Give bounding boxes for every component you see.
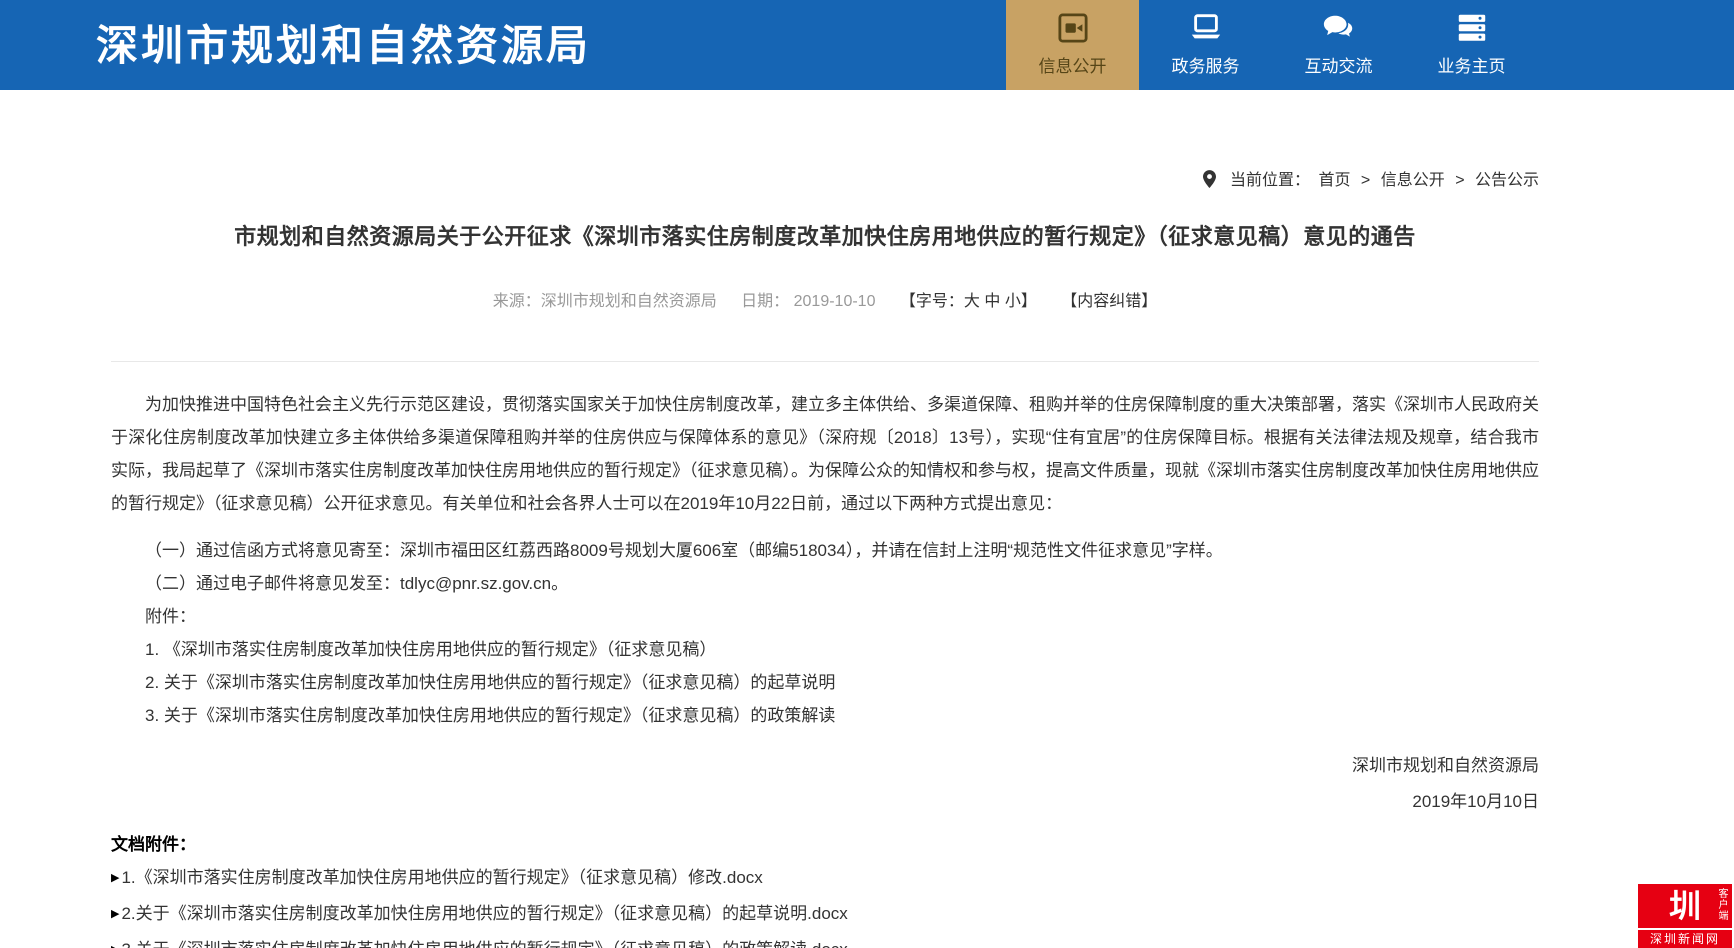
- nav-label: 政务服务: [1172, 52, 1240, 77]
- article-paragraph: 1. 《深圳市落实住房制度改革加快住房用地供应的暂行规定》（征求意见稿）: [111, 633, 1539, 666]
- watermark-badge: 圳 客户端: [1638, 884, 1732, 928]
- article-body: 为加快推进中国特色社会主义先行示范区建设，贯彻落实国家关于加快住房制度改革，建立…: [111, 361, 1539, 732]
- breadcrumb: 当前位置： 首页 > 信息公开 > 公告公示: [111, 90, 1539, 193]
- watermark-side-text: 客户端: [1715, 888, 1727, 921]
- breadcrumb-info-link[interactable]: 信息公开: [1381, 172, 1445, 189]
- article-paragraph: 2. 关于《深圳市落实住房制度改革加快住房用地供应的暂行规定》（征求意见稿）的起…: [111, 666, 1539, 699]
- article-title: 市规划和自然资源局关于公开征求《深圳市落实住房制度改革加快住房用地供应的暂行规定…: [111, 219, 1539, 251]
- nav-label: 业务主页: [1438, 52, 1506, 77]
- breadcrumb-home-link[interactable]: 首页: [1318, 172, 1350, 189]
- breadcrumb-label: 当前位置：: [1230, 172, 1310, 189]
- breadcrumb-separator: >: [1455, 172, 1464, 189]
- triangle-bullet-icon: ▶: [111, 933, 119, 948]
- attachments-heading: 文档附件：: [111, 830, 1539, 860]
- article-paragraph: 3. 关于《深圳市落实住房制度改革加快住房用地供应的暂行规定》（征求意见稿）的政…: [111, 699, 1539, 732]
- triangle-bullet-icon: ▶: [111, 861, 119, 896]
- breadcrumb-announcement-link[interactable]: 公告公示: [1475, 172, 1539, 189]
- attachment-label: 1.《深圳市落实住房制度改革加快住房用地供应的暂行规定》（征求意见稿）修改.do…: [121, 868, 762, 887]
- nav-item-interaction[interactable]: 互动交流: [1272, 0, 1405, 90]
- info-disclosure-icon: [1055, 13, 1091, 43]
- content-correction-button[interactable]: 【内容纠错】: [1061, 293, 1157, 310]
- font-size-control[interactable]: 【字号：大 中 小】: [900, 293, 1037, 310]
- attachment-link[interactable]: ▶2.关于《深圳市落实住房制度改革加快住房用地供应的暂行规定》（征求意见稿）的起…: [111, 896, 1539, 932]
- site-title: 深圳市规划和自然资源局: [96, 0, 591, 90]
- nav-item-business-home[interactable]: 业务主页: [1405, 0, 1538, 90]
- nav-item-info-disclosure[interactable]: 信息公开: [1006, 0, 1139, 90]
- attachment-link[interactable]: ▶1.《深圳市落实住房制度改革加快住房用地供应的暂行规定》（征求意见稿）修改.d…: [111, 860, 1539, 896]
- attachment-label: 3.关于《深圳市落实住房制度改革加快住房用地供应的暂行规定》（征求意见稿）的政策…: [121, 940, 847, 948]
- interaction-icon: [1321, 13, 1357, 43]
- article-meta: 来源：深圳市规划和自然资源局 日期： 2019-10-10 【字号：大 中 小】…: [111, 287, 1539, 311]
- nav-item-gov-services[interactable]: 政务服务: [1139, 0, 1272, 90]
- triangle-bullet-icon: ▶: [111, 897, 119, 932]
- site-header: 深圳市规划和自然资源局 信息公开 政务服务: [0, 0, 1734, 90]
- location-pin-icon: [1203, 170, 1216, 193]
- news-site-watermark-logo: 圳 客户端 深圳新闻网: [1638, 884, 1732, 948]
- business-home-icon: [1454, 13, 1490, 43]
- main-nav: 信息公开 政务服务 互动交流: [1006, 0, 1538, 90]
- breadcrumb-separator: >: [1361, 172, 1370, 189]
- signature-org: 深圳市规划和自然资源局: [111, 748, 1539, 784]
- article-paragraph: 附件：: [111, 600, 1539, 633]
- article-paragraph: （一）通过信函方式将意见寄至：深圳市福田区红荔西路8009号规划大厦606室（邮…: [111, 534, 1539, 567]
- nav-label: 信息公开: [1039, 52, 1107, 77]
- attachments-section: 文档附件： ▶1.《深圳市落实住房制度改革加快住房用地供应的暂行规定》（征求意见…: [111, 830, 1539, 948]
- article-paragraph: （二）通过电子邮件将意见发至：tdlyc@pnr.sz.gov.cn。: [111, 567, 1539, 600]
- content-area: 当前位置： 首页 > 信息公开 > 公告公示 市规划和自然资源局关于公开征求《深…: [111, 90, 1539, 948]
- signature-date: 2019年10月10日: [111, 784, 1539, 820]
- gov-services-icon: [1188, 13, 1224, 43]
- watermark-main-character: 圳: [1669, 884, 1701, 928]
- nav-label: 互动交流: [1305, 52, 1373, 77]
- article-date: 日期： 2019-10-10: [741, 293, 875, 310]
- article-paragraph: 为加快推进中国特色社会主义先行示范区建设，贯彻落实国家关于加快住房制度改革，建立…: [111, 388, 1539, 520]
- attachment-link[interactable]: ▶3.关于《深圳市落实住房制度改革加快住房用地供应的暂行规定》（征求意见稿）的政…: [111, 932, 1539, 948]
- signature-block: 深圳市规划和自然资源局 2019年10月10日: [111, 748, 1539, 820]
- article-source: 来源：深圳市规划和自然资源局: [493, 293, 717, 310]
- watermark-site-name: 深圳新闻网: [1638, 930, 1732, 948]
- attachment-label: 2.关于《深圳市落实住房制度改革加快住房用地供应的暂行规定》（征求意见稿）的起草…: [121, 904, 847, 923]
